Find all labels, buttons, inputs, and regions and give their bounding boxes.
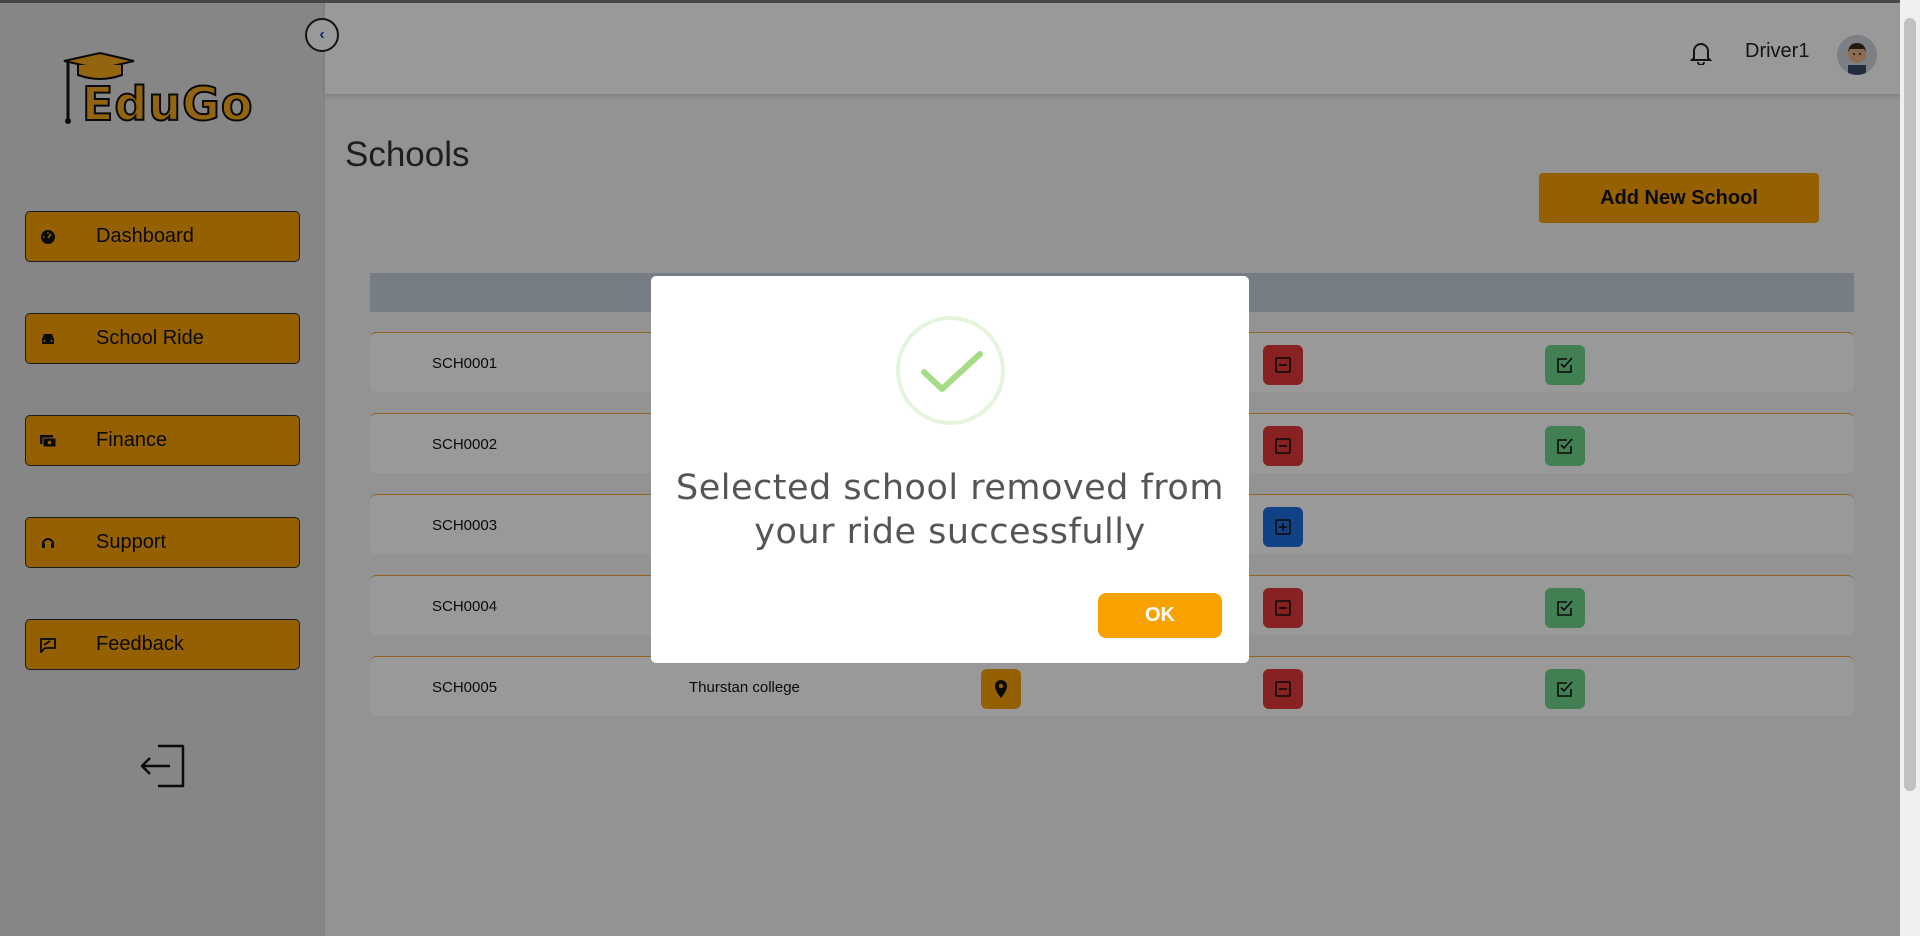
- success-dialog: Selected school removed from your ride s…: [651, 276, 1249, 663]
- success-check-icon: [896, 316, 1005, 425]
- scrollbar-thumb[interactable]: [1904, 18, 1916, 791]
- dialog-message: Selected school removed from your ride s…: [676, 468, 1224, 552]
- ok-button[interactable]: OK: [1098, 593, 1222, 638]
- page-scrollbar[interactable]: [1900, 0, 1920, 936]
